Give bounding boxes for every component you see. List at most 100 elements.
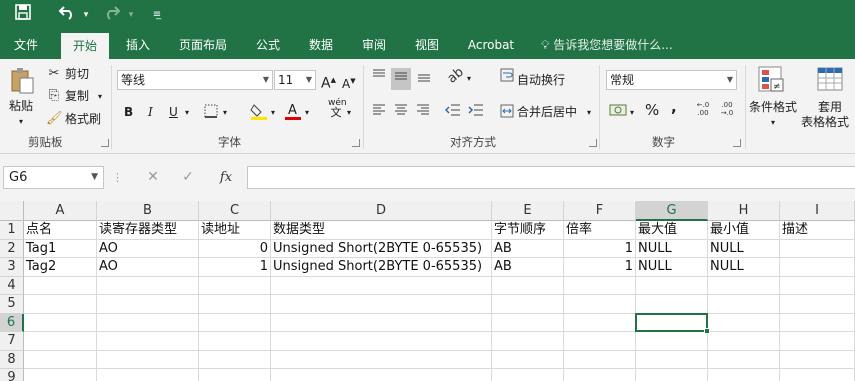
number-launcher-icon[interactable] bbox=[733, 139, 741, 147]
row-header-9[interactable]: 9 bbox=[0, 369, 24, 381]
column-header-c[interactable]: C bbox=[199, 201, 271, 221]
cell-c7[interactable] bbox=[199, 332, 271, 351]
format-as-table-button-line2[interactable]: 表格格式 bbox=[801, 114, 849, 130]
cell-h8[interactable] bbox=[708, 350, 780, 369]
cell-f5[interactable] bbox=[564, 295, 636, 314]
cell-h2[interactable]: NULL bbox=[708, 239, 780, 258]
tab-file[interactable]: 文件 bbox=[2, 31, 50, 59]
font-name-select[interactable]: 等线 ▼ bbox=[117, 70, 273, 90]
cell-f8[interactable] bbox=[564, 350, 636, 369]
cell-a6[interactable] bbox=[24, 313, 97, 332]
copy-button[interactable]: 复制 bbox=[65, 88, 89, 104]
cell-c4[interactable] bbox=[199, 276, 271, 295]
undo-icon[interactable] bbox=[56, 4, 78, 26]
cell-b8[interactable] bbox=[97, 350, 199, 369]
decrease-indent-icon[interactable] bbox=[444, 103, 462, 122]
cell-c3[interactable]: 1 bbox=[199, 258, 271, 277]
tab-data[interactable]: 数据 bbox=[298, 31, 344, 59]
italic-button[interactable]: I bbox=[148, 104, 153, 120]
redo-dropdown-icon[interactable]: ▾ bbox=[125, 4, 137, 26]
tab-home[interactable]: 开始 bbox=[61, 33, 109, 59]
cell-h6[interactable] bbox=[708, 313, 780, 332]
orientation-dropdown-icon[interactable]: ▾ bbox=[467, 71, 471, 87]
column-header-h[interactable]: H bbox=[708, 201, 780, 221]
align-middle-icon[interactable] bbox=[391, 68, 411, 90]
cell-c8[interactable] bbox=[199, 350, 271, 369]
customize-qat-icon[interactable]: ≡̲ bbox=[149, 4, 165, 26]
cell-i8[interactable] bbox=[780, 350, 855, 369]
increase-decimal-icon[interactable]: ←.0.00 bbox=[693, 101, 713, 117]
format-painter-button[interactable]: 格式刷 bbox=[65, 111, 101, 127]
cell-i9[interactable] bbox=[780, 369, 855, 381]
underline-dropdown-icon[interactable]: ▾ bbox=[185, 105, 189, 121]
borders-icon[interactable] bbox=[202, 104, 220, 123]
conditional-dropdown-icon[interactable]: ▾ bbox=[771, 115, 775, 131]
cell-g5[interactable] bbox=[636, 295, 708, 314]
percent-style-button[interactable]: % bbox=[645, 102, 659, 118]
column-header-b[interactable]: B bbox=[97, 201, 199, 221]
formula-input[interactable] bbox=[247, 166, 855, 189]
merge-center-button[interactable]: 合并后居中 bbox=[517, 104, 577, 120]
cell-g8[interactable] bbox=[636, 350, 708, 369]
accounting-dropdown-icon[interactable]: ▾ bbox=[630, 105, 634, 121]
cell-e7[interactable] bbox=[492, 332, 564, 351]
cell-f4[interactable] bbox=[564, 276, 636, 295]
cell-d1[interactable]: 数据类型 bbox=[271, 221, 492, 240]
cell-d7[interactable] bbox=[271, 332, 492, 351]
cell-d8[interactable] bbox=[271, 350, 492, 369]
increase-indent-icon[interactable] bbox=[467, 103, 485, 122]
column-header-a[interactable]: A bbox=[24, 201, 97, 221]
cell-e4[interactable] bbox=[492, 276, 564, 295]
cell-f1[interactable]: 倍率 bbox=[564, 221, 636, 240]
align-right-icon[interactable] bbox=[414, 103, 432, 122]
column-header-g[interactable]: G bbox=[636, 201, 708, 221]
cell-e9[interactable] bbox=[492, 369, 564, 381]
fill-color-icon[interactable] bbox=[249, 102, 269, 125]
align-center-icon[interactable] bbox=[392, 103, 410, 122]
format-as-table-button[interactable]: 套用 bbox=[818, 99, 842, 115]
cell-d4[interactable] bbox=[271, 276, 492, 295]
cell-a1[interactable]: 点名 bbox=[24, 221, 97, 240]
cell-e1[interactable]: 字节顺序 bbox=[492, 221, 564, 240]
cell-h3[interactable]: NULL bbox=[708, 258, 780, 277]
column-header-d[interactable]: D bbox=[271, 201, 492, 221]
cell-g4[interactable] bbox=[636, 276, 708, 295]
paste-button[interactable]: 粘贴 bbox=[9, 98, 33, 114]
cell-i6[interactable] bbox=[780, 313, 855, 332]
select-all-corner[interactable] bbox=[0, 201, 24, 221]
tab-insert[interactable]: 插入 bbox=[115, 31, 161, 59]
underline-button[interactable]: U bbox=[169, 104, 178, 120]
name-box[interactable]: G6 ▼ bbox=[3, 166, 104, 189]
cell-e6[interactable] bbox=[492, 313, 564, 332]
cell-f9[interactable] bbox=[564, 369, 636, 381]
cell-b2[interactable]: AO bbox=[97, 239, 199, 258]
comma-style-button[interactable]: , bbox=[671, 99, 677, 115]
cell-i4[interactable] bbox=[780, 276, 855, 295]
paste-dropdown-icon[interactable]: ▾ bbox=[19, 114, 23, 130]
cell-h5[interactable] bbox=[708, 295, 780, 314]
font-size-select[interactable]: 11 ▼ bbox=[274, 70, 316, 90]
cell-c9[interactable] bbox=[199, 369, 271, 381]
paste-icon[interactable] bbox=[8, 67, 36, 95]
row-header-3[interactable]: 3 bbox=[0, 258, 24, 277]
borders-dropdown-icon[interactable]: ▾ bbox=[223, 105, 227, 121]
insert-function-icon[interactable]: fx bbox=[215, 166, 237, 189]
conditional-formatting-button[interactable]: 条件格式 bbox=[749, 99, 797, 115]
cell-g9[interactable] bbox=[636, 369, 708, 381]
cell-h9[interactable] bbox=[708, 369, 780, 381]
cell-b4[interactable] bbox=[97, 276, 199, 295]
cell-g3[interactable]: NULL bbox=[636, 258, 708, 277]
copy-dropdown-icon[interactable]: ▾ bbox=[98, 89, 102, 105]
tab-acrobat[interactable]: Acrobat bbox=[461, 31, 521, 59]
row-header-2[interactable]: 2 bbox=[0, 239, 24, 258]
cell-d3[interactable]: Unsigned Short(2BYTE 0-65535) bbox=[271, 258, 492, 277]
alignment-launcher-icon[interactable] bbox=[589, 139, 597, 147]
cell-c2[interactable]: 0 bbox=[199, 239, 271, 258]
wrap-text-button[interactable]: 自动换行 bbox=[517, 72, 565, 88]
column-header-e[interactable]: E bbox=[492, 201, 564, 221]
tell-me-search[interactable]: 💡︎ 告诉我您想要做什么... bbox=[541, 31, 673, 59]
undo-dropdown-icon[interactable]: ▾ bbox=[80, 4, 92, 26]
cell-i5[interactable] bbox=[780, 295, 855, 314]
cell-a4[interactable] bbox=[24, 276, 97, 295]
row-header-6[interactable]: 6 bbox=[0, 313, 24, 332]
